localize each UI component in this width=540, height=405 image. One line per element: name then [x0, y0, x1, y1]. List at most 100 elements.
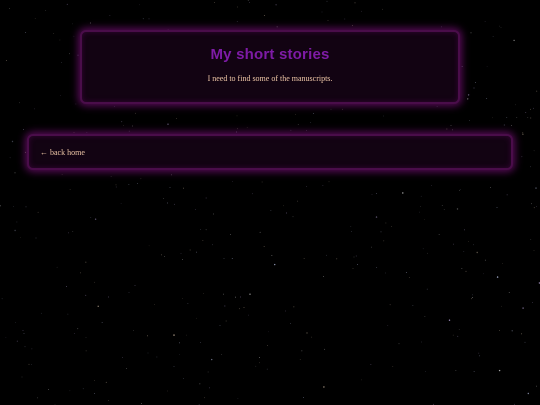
star — [14, 172, 16, 174]
star — [303, 258, 305, 259]
star — [521, 333, 523, 335]
star — [69, 53, 70, 55]
star — [441, 204, 443, 206]
star — [156, 356, 158, 358]
star — [290, 323, 291, 325]
star — [139, 4, 141, 6]
star — [249, 293, 251, 295]
star — [161, 254, 162, 256]
star — [530, 117, 532, 119]
star — [459, 189, 461, 190]
star — [68, 232, 69, 234]
star — [48, 389, 50, 391]
star — [522, 307, 524, 309]
star — [263, 246, 265, 247]
star — [183, 378, 184, 379]
star — [306, 332, 308, 334]
star — [503, 124, 505, 126]
star — [82, 388, 84, 390]
star — [371, 194, 373, 195]
star — [513, 39, 515, 42]
star — [432, 403, 434, 405]
star — [375, 216, 378, 218]
star — [532, 302, 533, 304]
back-home-link[interactable]: ← back home — [40, 148, 85, 157]
star — [140, 403, 142, 404]
header-panel: My short stories I need to find some of … — [80, 30, 460, 104]
star — [169, 187, 171, 188]
star — [286, 212, 287, 214]
star — [24, 151, 26, 153]
star — [207, 371, 209, 373]
star — [310, 121, 312, 123]
star — [23, 332, 25, 334]
star — [490, 186, 491, 188]
star — [224, 305, 226, 307]
star — [137, 183, 138, 185]
star — [85, 261, 87, 263]
star — [214, 2, 216, 3]
star — [236, 115, 238, 117]
star — [479, 355, 481, 357]
star — [499, 25, 500, 27]
star — [189, 249, 191, 251]
star — [483, 273, 485, 275]
star — [450, 125, 452, 126]
star — [122, 356, 123, 358]
star — [420, 195, 422, 197]
star — [285, 310, 287, 312]
star — [128, 184, 130, 185]
star — [179, 354, 180, 356]
star — [199, 383, 201, 385]
star — [186, 334, 187, 336]
star — [5, 60, 7, 61]
star — [179, 342, 180, 344]
star — [259, 357, 260, 358]
star — [293, 306, 295, 308]
star — [283, 205, 284, 207]
star — [249, 2, 250, 3]
star — [108, 399, 109, 401]
star — [323, 276, 324, 277]
star — [360, 379, 362, 381]
star — [353, 256, 355, 258]
page-subtitle: I need to find some of the manuscripts. — [207, 74, 333, 83]
star — [237, 398, 239, 399]
star — [425, 371, 427, 372]
star — [389, 304, 391, 306]
star — [94, 218, 97, 220]
star — [531, 203, 532, 205]
star — [468, 241, 469, 242]
nav-panel: ← back home — [27, 134, 513, 170]
star — [15, 322, 16, 323]
star — [530, 166, 531, 168]
star — [105, 381, 107, 383]
star — [354, 2, 356, 4]
star — [361, 10, 362, 12]
star — [24, 346, 26, 348]
star — [476, 251, 478, 254]
star — [196, 251, 197, 253]
star — [297, 200, 299, 202]
star — [22, 330, 24, 331]
star — [72, 23, 73, 25]
star — [209, 387, 210, 389]
star — [126, 368, 127, 369]
star — [412, 305, 414, 306]
star — [109, 14, 111, 16]
star — [246, 127, 248, 129]
star — [261, 181, 263, 183]
star — [402, 192, 404, 194]
star — [492, 36, 494, 37]
star — [183, 187, 184, 189]
star — [0, 205, 1, 207]
star — [14, 229, 16, 232]
star — [66, 286, 67, 287]
star — [271, 255, 273, 256]
star — [94, 380, 95, 381]
star — [123, 124, 124, 126]
star — [180, 253, 182, 254]
star — [223, 293, 224, 295]
star — [19, 102, 20, 104]
star — [72, 231, 74, 232]
